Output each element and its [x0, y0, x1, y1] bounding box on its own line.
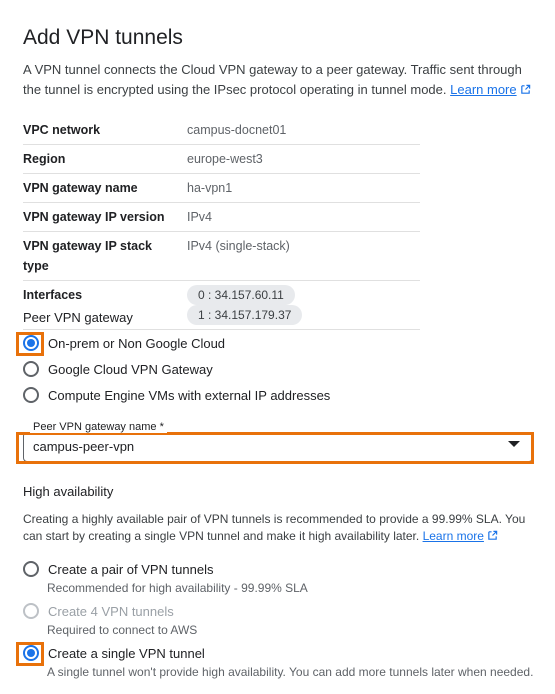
peer-gateway-select-label: Peer VPN gateway name *	[30, 421, 167, 433]
peer-gateway-select-value[interactable]: campus-peer-vpn	[33, 439, 134, 454]
gateway-name-value: ha-vpn1	[187, 173, 420, 203]
interfaces-value: 0 : 34.157.60.111 : 34.157.179.37	[187, 280, 420, 330]
gateway-info-table: VPC network campus-docnet01 Region europ…	[23, 116, 420, 330]
learn-more-label: Learn more	[422, 529, 484, 543]
interface-chip: 0 : 34.157.60.11	[187, 285, 295, 305]
radio-label: Compute Engine VMs with external IP addr…	[48, 387, 331, 403]
radio-button[interactable]	[23, 561, 39, 577]
radio-google-cloud-vpn[interactable]: Google Cloud VPN Gateway	[23, 359, 213, 379]
radio-pair-tunnels[interactable]: Create a pair of VPN tunnels	[23, 559, 213, 579]
radio-compute-engine-vms[interactable]: Compute Engine VMs with external IP addr…	[23, 385, 330, 405]
radio-sub-label: Recommended for high availability - 99.9…	[47, 581, 308, 595]
gateway-name-label: VPN gateway name	[23, 173, 187, 203]
learn-more-link[interactable]: Learn more	[450, 82, 530, 97]
ha-section-title: High availability	[23, 484, 114, 499]
table-row: VPN gateway IP stack type IPv4 (single-s…	[23, 231, 420, 281]
table-row: VPN gateway IP version IPv4	[23, 202, 420, 232]
radio-button	[23, 603, 39, 619]
page-description: A VPN tunnel connects the Cloud VPN gate…	[23, 60, 543, 100]
vpc-network-label: VPC network	[23, 116, 187, 145]
radio-on-prem[interactable]: On-prem or Non Google Cloud	[23, 333, 225, 353]
radio-label: Create a pair of VPN tunnels	[48, 561, 214, 577]
ip-stack-label: VPN gateway IP stack type	[23, 231, 187, 281]
radio-button[interactable]	[23, 645, 39, 661]
peer-gateway-section-title: Peer VPN gateway	[23, 310, 133, 325]
radio-button[interactable]	[23, 361, 39, 377]
external-link-icon	[520, 84, 530, 94]
radio-label: Create a single VPN tunnel	[48, 645, 205, 661]
table-row: VPN gateway name ha-vpn1	[23, 173, 420, 203]
radio-label: Create 4 VPN tunnels	[48, 603, 174, 619]
table-row: VPC network campus-docnet01	[23, 116, 420, 145]
description-text: A VPN tunnel connects the Cloud VPN gate…	[23, 62, 522, 97]
radio-label: Google Cloud VPN Gateway	[48, 361, 213, 377]
ha-description: Creating a highly available pair of VPN …	[23, 511, 538, 545]
vpc-network-value: campus-docnet01	[187, 116, 420, 145]
radio-sub-label: Required to connect to AWS	[47, 623, 198, 637]
external-link-icon	[488, 530, 498, 540]
table-row: Region europe-west3	[23, 144, 420, 174]
radio-single-tunnel[interactable]: Create a single VPN tunnel	[23, 643, 205, 663]
radio-four-tunnels: Create 4 VPN tunnels	[23, 601, 174, 621]
ip-stack-value: IPv4 (single-stack)	[187, 231, 420, 281]
ip-version-label: VPN gateway IP version	[23, 202, 187, 232]
dropdown-arrow-icon[interactable]	[508, 441, 520, 447]
ha-learn-more-link[interactable]: Learn more	[423, 529, 498, 543]
page-title: Add VPN tunnels	[23, 26, 183, 49]
region-value: europe-west3	[187, 144, 420, 174]
radio-button[interactable]	[23, 335, 39, 351]
radio-label: On-prem or Non Google Cloud	[48, 335, 226, 351]
ip-version-value: IPv4	[187, 202, 420, 232]
radio-button[interactable]	[23, 387, 39, 403]
learn-more-label: Learn more	[450, 82, 517, 97]
region-label: Region	[23, 144, 187, 174]
interface-chip: 1 : 34.157.179.37	[187, 305, 303, 325]
radio-sub-label: A single tunnel won't provide high avail…	[47, 665, 534, 679]
